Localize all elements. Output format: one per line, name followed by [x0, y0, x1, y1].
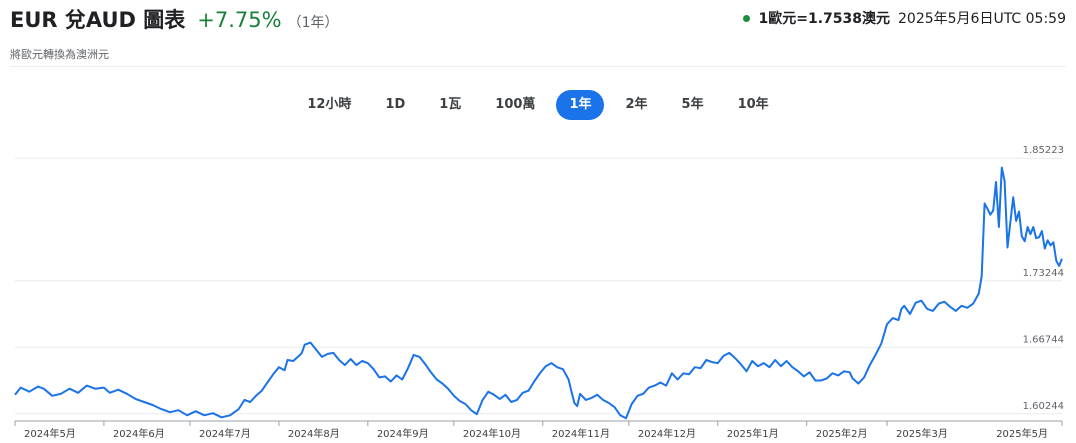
x-tick-label: 2025年1月: [727, 427, 779, 440]
rate-timestamp: 2025年5月6日UTC 05:59: [898, 11, 1066, 27]
header: EUR 兌AUD 圖表 +7.75% （1年） 將歐元轉換為澳洲元 1歐元=1.…: [10, 4, 1066, 64]
range-tabs: 12小時 1D 1瓦 100萬 1年 2年 5年 10年: [0, 90, 1076, 120]
x-tick-label: 2024年5月: [24, 427, 76, 440]
x-tick-label: 2024年6月: [113, 427, 165, 440]
tab-3[interactable]: 100萬: [482, 90, 548, 120]
page-subtitle: 將歐元轉換為澳洲元: [10, 48, 109, 61]
live-dot-icon: [742, 14, 750, 22]
y-tick-label: 1.66744: [1023, 334, 1064, 345]
tab-1[interactable]: 1D: [372, 90, 418, 120]
page-title: EUR 兌AUD 圖表: [10, 8, 186, 32]
x-tick-label: 2025年2月: [816, 427, 868, 440]
y-tick-label: 1.85223: [1023, 145, 1064, 156]
y-tick-label: 1.60244: [1023, 401, 1064, 412]
rate-box: 1歐元=1.7538澳元 2025年5月6日UTC 05:59: [742, 8, 1066, 28]
period-label: （1年）: [287, 15, 339, 31]
tab-4[interactable]: 1年: [556, 90, 605, 120]
tab-7[interactable]: 10年: [725, 90, 782, 120]
tab-0[interactable]: 12小時: [294, 90, 364, 120]
y-axis: 1.85223 1.73244 1.66744 1.60244: [1023, 145, 1064, 412]
x-tick-label: 2024年12月: [638, 427, 696, 440]
x-tick-label: 2024年7月: [199, 427, 251, 440]
x-tick-label: 2024年10月: [463, 427, 521, 440]
rate-chart: 1.852231.732441.667441.60244 2024年5月 2024…: [14, 145, 1064, 440]
tab-2[interactable]: 1瓦: [426, 90, 474, 120]
x-tick-label: 2025年3月: [896, 427, 948, 440]
y-tick-label: 1.73244: [1023, 268, 1064, 279]
tab-5[interactable]: 2年: [612, 90, 660, 120]
current-rate: 1歐元=1.7538澳元: [758, 11, 891, 27]
x-axis: 2024年5月 2024年6月 2024年7月 2024年8月 2024年9月 2024年…: [14, 420, 1063, 440]
x-tick-label: 2024年11月: [552, 427, 610, 440]
x-tick-label: 2025年5月: [996, 427, 1048, 440]
header-divider: [10, 66, 1066, 67]
x-tick-label: 2024年9月: [377, 427, 429, 440]
series-line: [14, 166, 1063, 420]
change-percent: +7.75%: [197, 8, 282, 32]
x-tick-label: 2024年8月: [288, 427, 340, 440]
tab-6[interactable]: 5年: [669, 90, 717, 120]
